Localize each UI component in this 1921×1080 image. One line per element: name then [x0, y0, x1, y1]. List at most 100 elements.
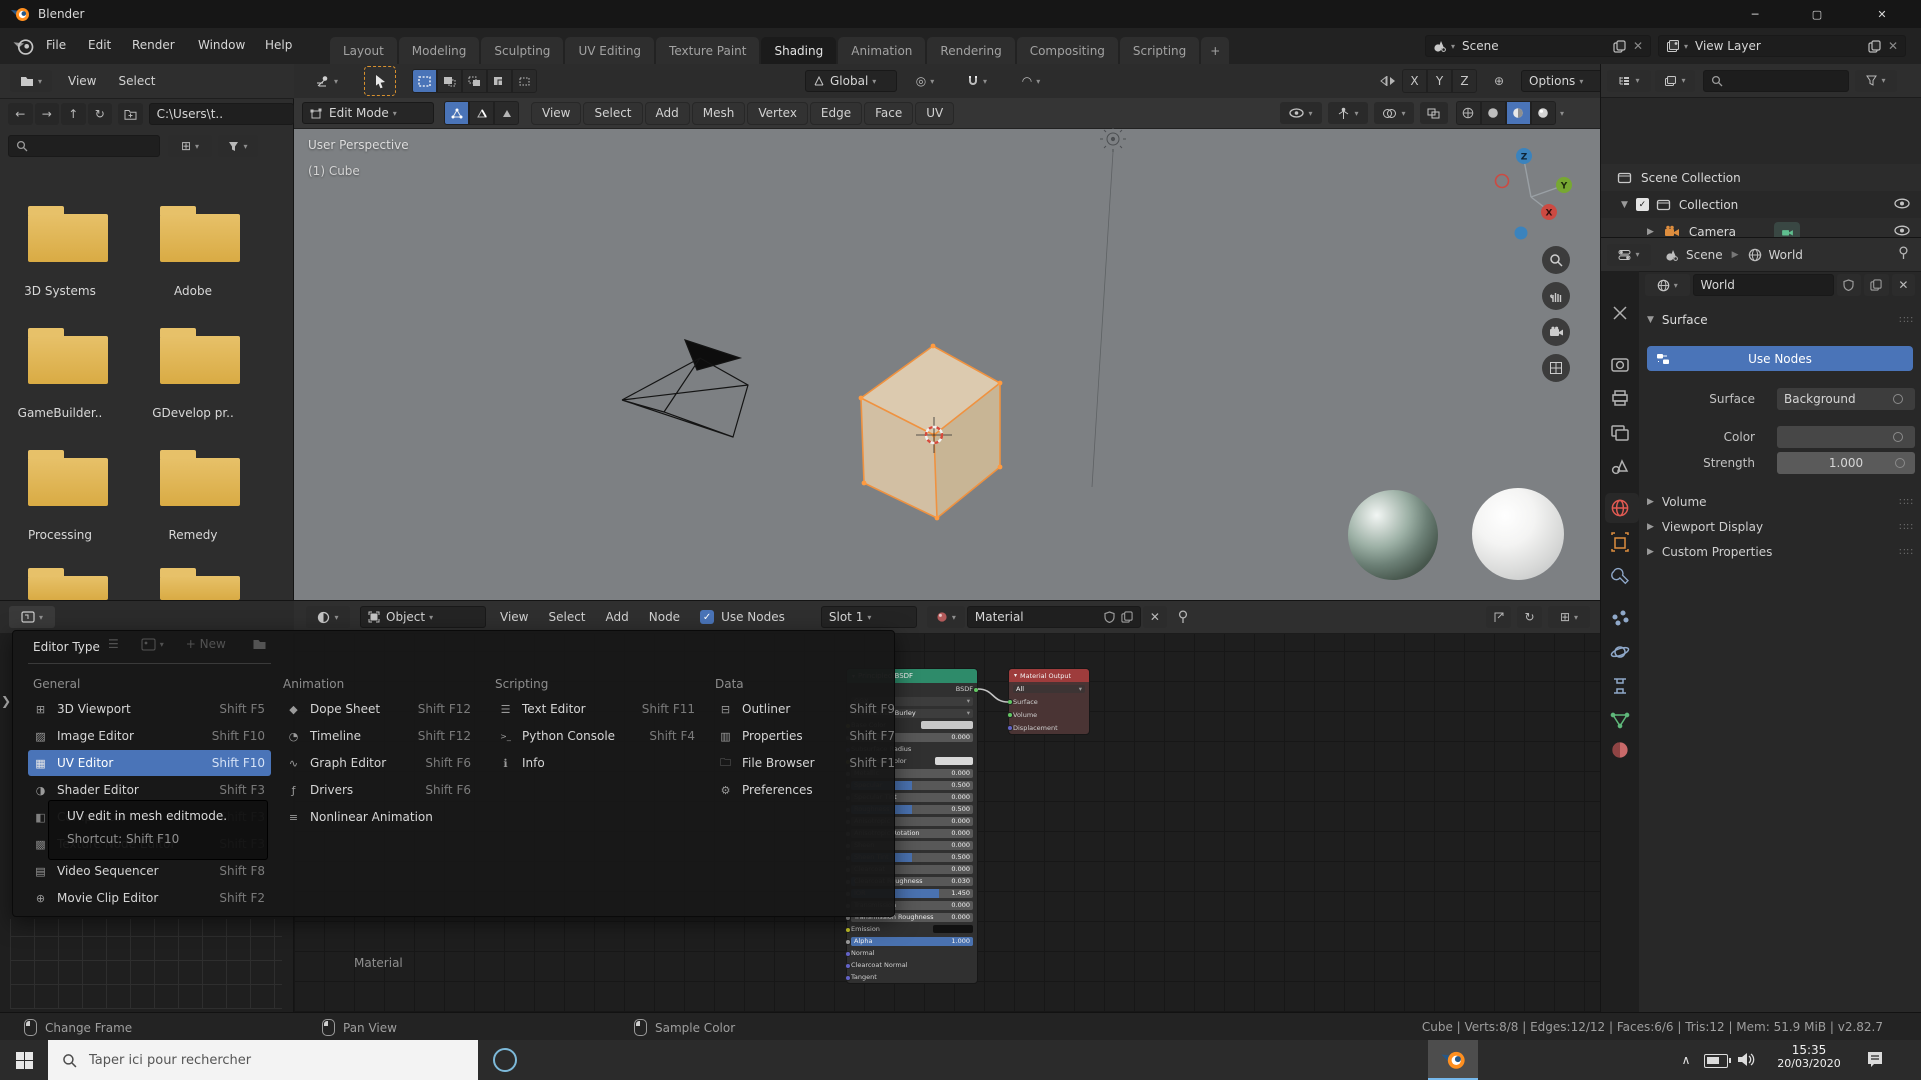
menu-item-dope-sheet[interactable]: ◆Dope SheetShift F12 [281, 696, 477, 722]
outliner-filter-button[interactable]: ▾ [1855, 70, 1897, 92]
menu-item-uv-editor[interactable]: ▦UV EditorShift F10 [28, 750, 271, 776]
show-object-types-dropdown[interactable]: ▾ [1280, 102, 1322, 124]
tab-texture-paint[interactable]: Texture Paint [656, 37, 759, 64]
solid-shading-button[interactable] [1481, 101, 1506, 125]
pin-icon[interactable] [1177, 610, 1189, 624]
gizmos-dropdown[interactable]: ▾ [1328, 102, 1368, 124]
copy-material-icon[interactable] [1121, 611, 1133, 623]
node-snap-dropdown[interactable]: ⊞▾ [1548, 606, 1590, 628]
fake-user-shield-icon[interactable] [1837, 274, 1860, 296]
mirror-x-toggle[interactable]: X [1402, 69, 1427, 93]
refresh-node-icon[interactable]: ↻ [1517, 606, 1542, 628]
slot-dropdown[interactable]: Slot 1▾ [821, 606, 917, 628]
breadcrumb-scene[interactable]: Scene [1686, 248, 1723, 262]
blender-menu-icon[interactable] [12, 37, 34, 55]
file-search-input[interactable] [8, 135, 160, 157]
disclosure-icon[interactable]: ▶ [1647, 227, 1654, 237]
active-tool-dropdown[interactable]: ▾ [304, 70, 350, 92]
rendered-shading-button[interactable] [1531, 101, 1556, 125]
se-menu-add[interactable]: Add [606, 610, 629, 624]
menu-item-image-editor[interactable]: ▨Image EditorShift F10 [28, 723, 271, 749]
folder-label[interactable]: Remedy [133, 528, 253, 542]
vp-menu-add[interactable]: Add [645, 102, 690, 125]
world-browse-button[interactable]: ▾ [1645, 274, 1690, 296]
menu-item-preferences[interactable]: ⚙Preferences [713, 777, 901, 803]
vertex-select-button[interactable] [444, 101, 469, 125]
unlink-scene-icon[interactable]: ✕ [1633, 39, 1643, 53]
xray-toggle[interactable] [1420, 102, 1448, 124]
fb-menu-select[interactable]: Select [118, 74, 155, 88]
shader-editor-type-button[interactable]: ▾ [306, 606, 350, 628]
insert-keyframe-icon[interactable] [1486, 606, 1511, 628]
remove-view-layer-icon[interactable]: ✕ [1888, 39, 1898, 53]
tray-expand-icon[interactable]: ∧ [1676, 1050, 1696, 1070]
vp-menu-uv[interactable]: UV [915, 102, 954, 125]
camera-view-icon[interactable] [1542, 318, 1570, 346]
tweak-tool-button[interactable] [364, 66, 396, 96]
back-icon[interactable]: ← [8, 103, 33, 125]
tab-layout[interactable]: Layout [330, 37, 397, 64]
select-extend-button[interactable] [437, 69, 462, 93]
menu-item-nla[interactable]: ≡Nonlinear Animation [281, 804, 477, 830]
view-layer-selector[interactable]: ▾ View Layer ✕ [1658, 35, 1906, 57]
material-output-node[interactable]: ▾Material Output All▾ Surface Volume Dis… [1008, 668, 1090, 735]
menu-edit[interactable]: Edit [88, 38, 111, 52]
options-dropdown[interactable]: Options▾ [1521, 70, 1600, 92]
viewport-display-panel-header[interactable]: ▶ Viewport Display ∷∷ [1639, 515, 1921, 539]
node-row[interactable]: Displacement [1009, 721, 1089, 734]
tab-animation[interactable]: Animation [838, 37, 925, 64]
add-workspace-button[interactable]: + [1201, 37, 1229, 64]
menu-item-text-editor[interactable]: ☰Text EditorShift F11 [493, 696, 701, 722]
panel-drag-dots-icon[interactable]: ∷∷ [1899, 315, 1914, 326]
close-button[interactable]: ✕ [1860, 0, 1904, 28]
se-menu-view[interactable]: View [500, 610, 528, 624]
pivot-dropdown[interactable]: ◎▾ [905, 70, 945, 92]
use-nodes-button[interactable]: Use Nodes [1647, 346, 1913, 371]
pin-id-icon[interactable] [1897, 246, 1910, 263]
minimize-button[interactable]: ─ [1733, 0, 1777, 28]
node-row[interactable]: Alpha1.000 [847, 935, 977, 947]
pan-viewport-icon[interactable] [1542, 282, 1570, 310]
menu-item-python-console[interactable]: >_Python ConsoleShift F4 [493, 723, 701, 749]
menu-window[interactable]: Window [198, 38, 245, 52]
tab-modeling[interactable]: Modeling [399, 37, 480, 64]
outliner-search-input[interactable] [1703, 70, 1849, 92]
panel-drag-dots-icon[interactable]: ∷∷ [1899, 547, 1914, 558]
fb-menu-view[interactable]: View [68, 74, 96, 88]
menu-item-file-browser[interactable]: 🗀File BrowserShift F1 [713, 750, 901, 776]
path-field[interactable]: C:\Users\t.. [149, 103, 294, 125]
breadcrumb-world[interactable]: World [1769, 248, 1803, 262]
outliner-display-mode-button[interactable]: ▾ [1655, 70, 1695, 92]
collection-checkbox[interactable]: ✓ [1636, 198, 1649, 211]
taskbar-clock[interactable]: 15:35 20/03/2020 [1771, 1043, 1847, 1070]
menu-item-drivers[interactable]: ƒDriversShift F6 [281, 777, 477, 803]
menu-item-graph-editor[interactable]: ∿Graph EditorShift F6 [281, 750, 477, 776]
disclosure-icon[interactable]: ▼ [1621, 200, 1628, 210]
node-row[interactable]: Clearcoat Normal [847, 959, 977, 971]
folder-partial[interactable] [28, 576, 108, 600]
menu-item-timeline[interactable]: ◔TimelineShift F12 [281, 723, 477, 749]
start-button[interactable] [0, 1040, 48, 1080]
panel-drag-dots-icon[interactable]: ∷∷ [1899, 522, 1914, 533]
menu-item-movie-clip-editor[interactable]: ⊕Movie Clip EditorShift F2 [28, 885, 271, 911]
menu-item-3d-viewport[interactable]: ⊞3D ViewportShift F5 [28, 696, 271, 722]
folder-3d-systems[interactable] [28, 214, 108, 262]
unlink-world-icon[interactable]: ✕ [1892, 274, 1915, 296]
output-node-header[interactable]: ▾Material Output [1009, 669, 1089, 682]
node-row[interactable]: Surface [1009, 695, 1089, 708]
maximize-button[interactable]: ▢ [1795, 0, 1839, 28]
unlink-material-icon[interactable]: ✕ [1143, 606, 1167, 628]
properties-type-button[interactable]: ▾ [1607, 244, 1651, 266]
se-menu-select[interactable]: Select [548, 610, 585, 624]
edge-select-button[interactable] [469, 101, 494, 125]
menu-render[interactable]: Render [132, 38, 175, 52]
vp-menu-view[interactable]: View [531, 102, 581, 125]
folder-adobe[interactable] [160, 214, 240, 262]
notification-center-icon[interactable] [1866, 1050, 1886, 1072]
custom-properties-panel-header[interactable]: ▶ Custom Properties ∷∷ [1639, 540, 1921, 564]
node-row[interactable]: Volume [1009, 708, 1089, 721]
world-color-swatch[interactable] [1777, 426, 1915, 448]
world-name-field[interactable]: World [1693, 274, 1835, 296]
node-row[interactable]: Emission [847, 923, 977, 935]
folder-remedy[interactable] [160, 458, 240, 506]
